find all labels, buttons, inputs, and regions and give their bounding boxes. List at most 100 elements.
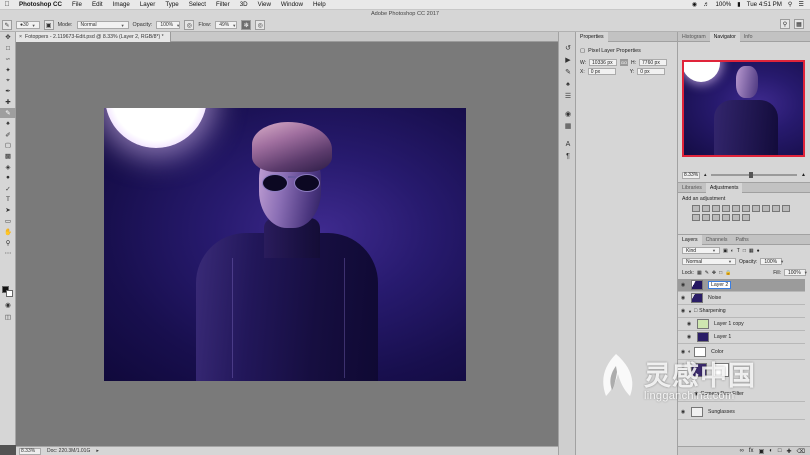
levels-icon[interactable] [702,205,710,212]
gradient-map-icon[interactable] [732,214,740,221]
styles-panel-icon[interactable]: ▦ [559,120,577,132]
navigator-zoom-slider[interactable] [710,172,798,178]
quick-select-tool-icon[interactable]: ✦ [0,64,16,75]
pressure-opacity-icon[interactable]: ◎ [184,20,195,30]
zoom-tool-icon[interactable]: ⚲ [0,237,16,248]
color-lookup-icon[interactable] [692,214,700,221]
filter-pixel-icon[interactable]: ▣ [723,248,728,254]
layer-row-layer-1-copy[interactable]: ◉ Layer 1 copy [678,318,805,331]
background-color-swatch[interactable] [6,290,13,297]
tab-navigator[interactable]: Navigator [709,31,740,42]
chevron-down-icon[interactable]: ▼ [688,309,692,314]
channel-mixer-icon[interactable] [782,205,790,212]
lock-transparency-icon[interactable]: ▦ [697,270,702,276]
exposure-icon[interactable] [722,205,730,212]
delete-layer-icon[interactable]: ⌫ [797,448,805,455]
filter-adjustment-icon[interactable]: ◐ [731,248,734,254]
tab-layers[interactable]: Layers [678,234,702,245]
glyphs-panel-icon[interactable]: A [559,138,577,150]
brush-size-picker[interactable]: ● 30 ▼ [16,21,40,29]
tab-channels[interactable]: Channels [702,235,732,245]
layer-name[interactable]: Layer 2 [708,281,732,289]
blend-mode-dropdown[interactable]: Normal ▼ [682,258,736,265]
menu-edit[interactable]: Edit [87,1,108,8]
visibility-eye-icon[interactable]: ◉ [678,295,688,301]
tab-adjustments[interactable]: Adjustments [705,182,743,193]
lock-pixels-icon[interactable]: ✎ [705,270,709,276]
visibility-eye-icon[interactable]: ◉ [684,321,694,327]
search-icon[interactable]: ⚲ [780,19,790,29]
photo-filter-icon[interactable] [772,205,780,212]
zoom-field[interactable]: 8.33% [19,447,41,455]
rectangle-tool-icon[interactable]: ▭ [0,216,16,227]
apple-menu-icon[interactable]:  [0,1,14,8]
new-layer-icon[interactable]: ✚ [786,448,791,455]
move-tool-icon[interactable]: ✥ [0,32,16,43]
layer-row-layer-2[interactable]: ◉ Layer 2 [678,279,805,292]
lasso-tool-icon[interactable]: ∽ [0,54,16,65]
tab-info[interactable]: Info [740,32,757,42]
healing-brush-tool-icon[interactable]: ✚ [0,97,16,108]
zoom-in-icon[interactable]: ▲ [801,172,806,178]
posterize-icon[interactable] [712,214,720,221]
history-brush-tool-icon[interactable]: ✐ [0,129,16,140]
brightness-icon[interactable] [692,205,700,212]
hand-tool-icon[interactable]: ✋ [0,226,16,237]
gradient-tool-icon[interactable]: ▩ [0,151,16,162]
flow-field[interactable]: 49% ▼ [215,21,238,29]
chevron-right-icon[interactable]: ▸ [96,448,99,454]
filter-smart-icon[interactable]: ▦ [749,248,754,254]
menu-image[interactable]: Image [108,1,135,8]
lock-all-icon[interactable]: 🔒 [725,270,731,276]
lock-artboard-icon[interactable]: □ [719,270,722,276]
menu-filter[interactable]: Filter [211,1,235,8]
tab-paths[interactable]: Paths [732,235,753,245]
color-balance-icon[interactable] [752,205,760,212]
height-field[interactable]: 7760 px [639,59,668,66]
tab-libraries[interactable]: Libraries [678,183,706,193]
workspace-icon[interactable]: ▦ [794,19,804,29]
filter-shape-icon[interactable]: □ [743,248,746,254]
new-adjustment-icon[interactable]: ◐ [769,448,773,454]
clone-source-panel-icon[interactable]: ♠ [559,78,577,90]
doc-info[interactable]: Doc: 220.3M/1.01G [47,448,90,454]
vibrance-icon[interactable] [732,205,740,212]
menu-3d[interactable]: 3D [235,1,253,8]
history-panel-icon[interactable]: ↺ [559,42,577,54]
dodge-tool-icon[interactable]: ● [0,172,16,183]
actions-panel-icon[interactable]: ▶ [559,54,577,66]
brush-settings-panel-icon[interactable]: ✎ [559,66,577,78]
layer-style-icon[interactable]: fx [749,448,754,454]
menu-file[interactable]: File [67,1,87,8]
new-group-icon[interactable]: □ [778,448,782,454]
menu-layer[interactable]: Layer [135,1,160,8]
canvas-area[interactable] [16,42,558,446]
y-field[interactable]: 0 px [637,68,666,75]
pen-tool-icon[interactable]: ✓ [0,183,16,194]
eraser-tool-icon[interactable]: ▢ [0,140,16,151]
crop-tool-icon[interactable]: ⌖ [0,75,16,86]
visibility-eye-icon[interactable]: ◉ [684,334,694,340]
layer-name[interactable]: Sharpening [699,308,726,314]
layer-kind-filter[interactable]: Kind ▼ [682,247,720,254]
document-canvas[interactable] [104,108,466,381]
tab-histogram[interactable]: Histogram [678,32,710,42]
opacity-field[interactable]: 100% ▼ [156,21,181,29]
airbrush-icon[interactable]: ✻ [241,20,252,30]
selective-color-icon[interactable] [742,214,750,221]
marquee-tool-icon[interactable]: □ [0,43,16,54]
brush-tool-icon[interactable]: ✎ [0,107,16,119]
brush-panel-toggle-icon[interactable]: ▣ [43,20,54,30]
navigator-zoom-field[interactable]: 8.33% [682,171,700,179]
layer-name[interactable]: Layer 1 copy [714,321,744,327]
wifi-icon[interactable]: ◉ [692,1,697,8]
threshold-icon[interactable] [722,214,730,221]
layer-name[interactable]: Layer 1 [714,334,731,340]
menu-window[interactable]: Window [276,1,308,8]
brush-tool-preset-icon[interactable]: ✎ [2,20,12,30]
notification-center-icon[interactable]: ☰ [798,1,804,8]
spotlight-icon[interactable]: ⚲ [788,1,793,8]
close-icon[interactable]: × [19,34,22,40]
filter-toggle-icon[interactable]: ● [757,248,760,254]
layer-opacity-field[interactable]: 100% ▼ [760,258,784,265]
